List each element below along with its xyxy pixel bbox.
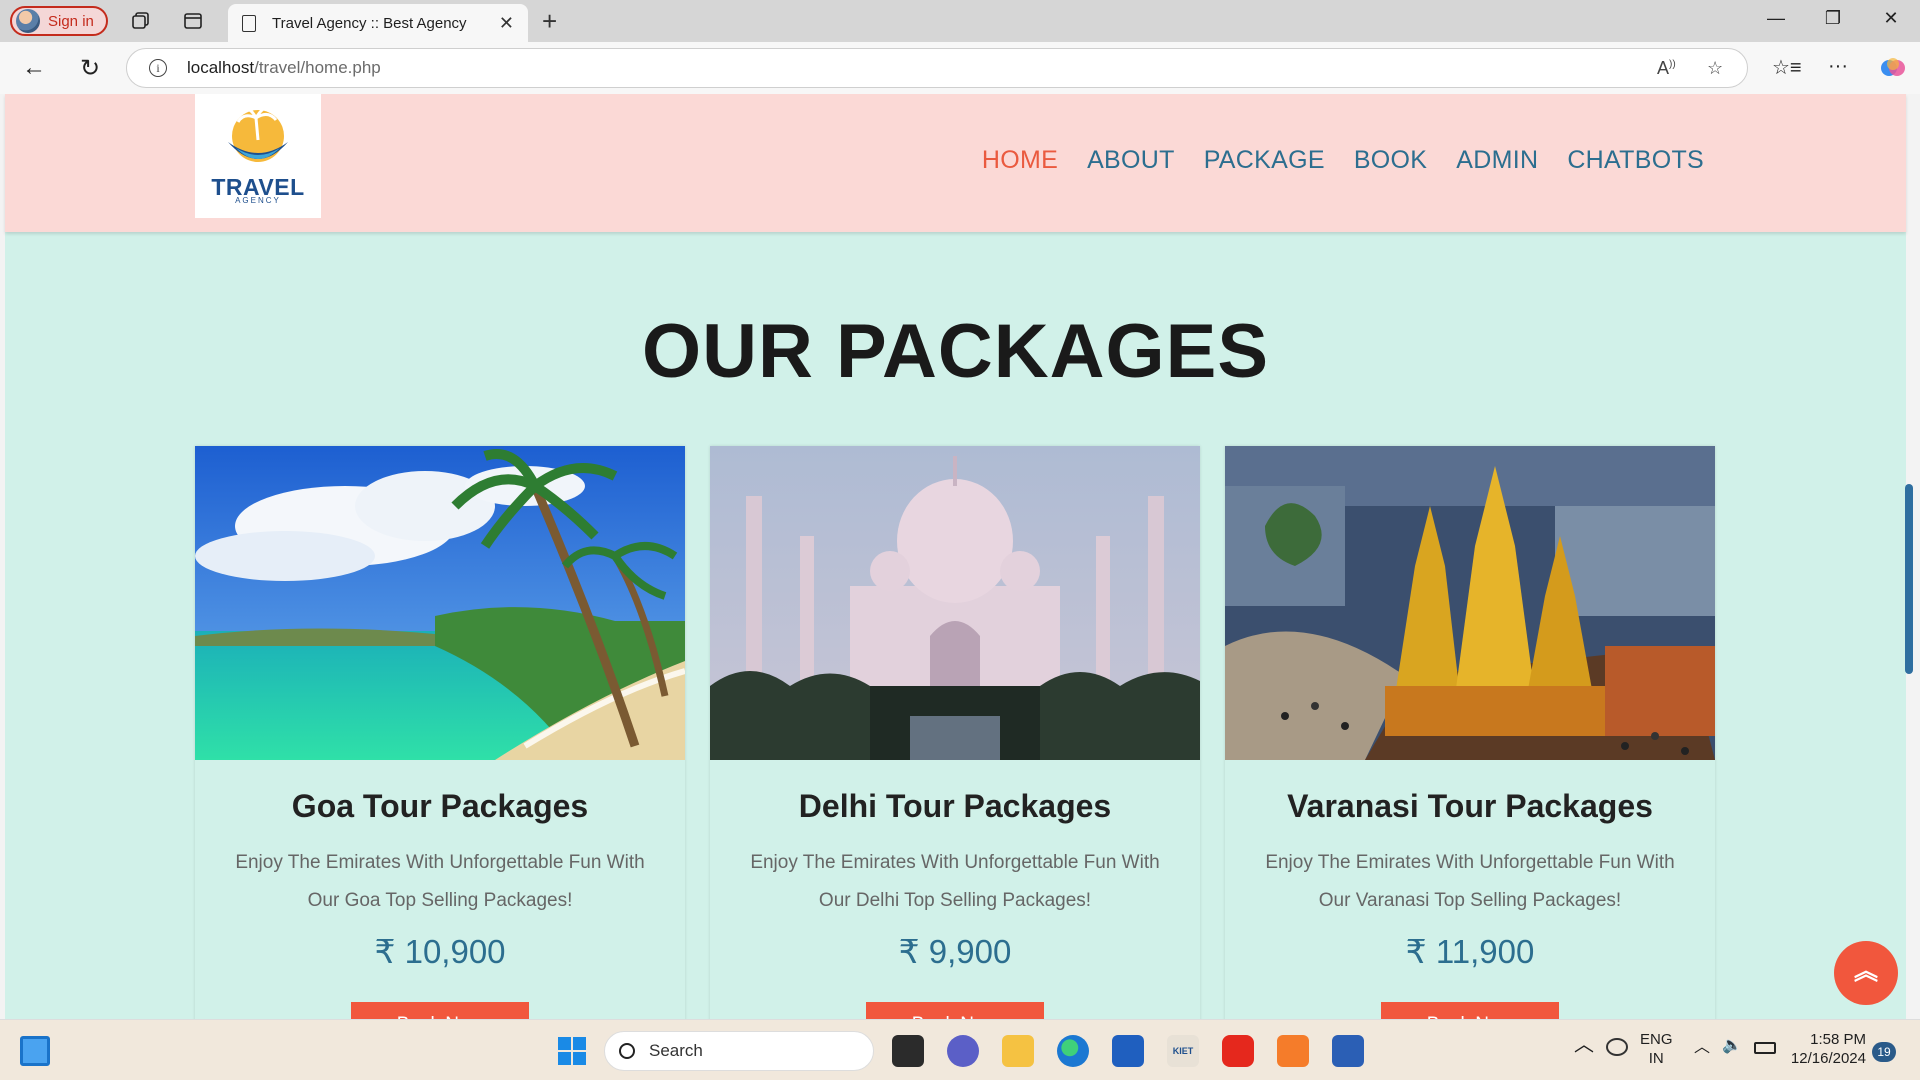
notification-badge[interactable]: 19: [1872, 1042, 1896, 1062]
favorite-star-icon[interactable]: ☆: [1707, 58, 1723, 79]
search-icon: [619, 1043, 635, 1059]
package-title: Varanasi Tour Packages: [1287, 788, 1653, 824]
widgets-icon[interactable]: [20, 1036, 50, 1066]
package-price: ₹ 9,900: [898, 933, 1012, 970]
page-icon: [242, 14, 256, 32]
close-tab-icon[interactable]: ✕: [499, 13, 514, 34]
network-status-icon[interactable]: [1606, 1038, 1628, 1056]
windows-start-icon[interactable]: [556, 1035, 588, 1067]
xampp-icon[interactable]: [1277, 1035, 1309, 1067]
package-card-delhi: Delhi Tour Packages Enjoy The Emirates W…: [710, 446, 1200, 1019]
minimize-icon[interactable]: —: [1756, 8, 1796, 29]
package-description: Enjoy The Emirates With Unforgettable Fu…: [1265, 852, 1675, 911]
browser-tab-bar: Sign in Travel Agency :: Best Agency ✕ +…: [0, 0, 1920, 42]
copilot-icon[interactable]: [1880, 55, 1906, 87]
package-card-varanasi: Varanasi Tour Packages Enjoy The Emirate…: [1225, 446, 1715, 1019]
nav-package[interactable]: PACKAGE: [1204, 146, 1325, 175]
wifi-icon[interactable]: ︿: [1694, 1038, 1710, 1057]
varanasi-temple-image: [1225, 446, 1715, 760]
profile-sign-in-button[interactable]: Sign in: [10, 6, 108, 36]
nav-book[interactable]: BOOK: [1354, 146, 1427, 175]
url-host: localhost: [187, 58, 255, 77]
site-logo[interactable]: TRAVEL AGENCY: [195, 94, 321, 218]
web-page: TRAVEL AGENCY HOME ABOUT PACKAGE BOOK AD…: [5, 94, 1906, 1019]
language-indicator[interactable]: ENG IN: [1640, 1030, 1673, 1068]
tab-actions-icon[interactable]: [181, 9, 205, 33]
kiet-app-icon[interactable]: KIET: [1167, 1035, 1199, 1067]
lang-line1: ENG: [1640, 1031, 1673, 1048]
refresh-icon[interactable]: ↻: [74, 54, 106, 83]
task-view-icon[interactable]: [892, 1035, 924, 1067]
clock[interactable]: 1:58 PM 12/16/2024: [1786, 1030, 1866, 1068]
double-chevron-up-icon: ︽: [1854, 958, 1878, 985]
clock-date: 12/16/2024: [1790, 1050, 1866, 1067]
close-window-icon[interactable]: ✕: [1871, 8, 1911, 29]
word-icon[interactable]: [1332, 1035, 1364, 1067]
package-description: Enjoy The Emirates With Unforgettable Fu…: [235, 852, 645, 911]
teams-icon[interactable]: [947, 1035, 979, 1067]
url-path: /travel/home.php: [254, 58, 381, 77]
address-toolbar: ← ↻ i localhost/travel/home.php A)) ☆ ☆≡…: [0, 42, 1920, 94]
active-tab[interactable]: Travel Agency :: Best Agency ✕: [228, 4, 528, 42]
scroll-to-top-button[interactable]: ︽: [1834, 941, 1898, 1005]
address-bar[interactable]: i localhost/travel/home.php A)) ☆: [126, 48, 1748, 88]
book-now-button[interactable]: Book Now: [351, 1002, 529, 1019]
logo-subtext: AGENCY: [235, 196, 281, 205]
clock-time: 1:58 PM: [1810, 1031, 1866, 1048]
search-label: Search: [649, 1041, 703, 1060]
nav-home[interactable]: HOME: [982, 146, 1058, 175]
site-info-icon[interactable]: i: [149, 59, 167, 77]
package-price: ₹ 10,900: [374, 933, 506, 970]
packages-heading: OUR PACKAGES: [641, 309, 1270, 394]
youtube-icon[interactable]: [1222, 1035, 1254, 1067]
package-title: Delhi Tour Packages: [798, 788, 1112, 824]
sign-in-label: Sign in: [48, 12, 94, 30]
package-title: Goa Tour Packages: [291, 788, 589, 824]
logo-palm-sun-icon: [228, 105, 288, 162]
tab-title: Travel Agency :: Best Agency: [272, 14, 467, 32]
nav-chatbots[interactable]: CHATBOTS: [1567, 146, 1704, 175]
microsoft-store-icon[interactable]: [1112, 1035, 1144, 1067]
taj-mahal-image: [710, 446, 1200, 760]
windows-taskbar: Search KIET ︿ ENG IN ︿ 🔈 1:58 PM 12/16/2…: [0, 1019, 1920, 1080]
nav-about[interactable]: ABOUT: [1087, 146, 1175, 175]
favorites-icon[interactable]: ☆≡: [1772, 55, 1802, 80]
back-arrow-icon[interactable]: ←: [18, 54, 50, 82]
more-menu-icon[interactable]: ···: [1828, 55, 1848, 78]
file-explorer-icon[interactable]: [1002, 1035, 1034, 1067]
battery-icon[interactable]: [1754, 1042, 1776, 1054]
page-scrollbar[interactable]: [1905, 484, 1913, 674]
goa-beach-image: [195, 446, 685, 760]
show-hidden-icons-chevron-icon[interactable]: ︿: [1574, 1035, 1594, 1055]
volume-icon[interactable]: 🔈: [1722, 1036, 1742, 1055]
package-price: ₹ 11,900: [1405, 933, 1535, 970]
lang-line2: IN: [1648, 1050, 1664, 1067]
book-now-button[interactable]: Book Now: [866, 1002, 1044, 1019]
workspaces-icon[interactable]: [129, 9, 153, 33]
main-nav: HOME ABOUT PACKAGE BOOK ADMIN CHATBOTS: [982, 146, 1704, 175]
site-header: TRAVEL AGENCY HOME ABOUT PACKAGE BOOK AD…: [5, 94, 1906, 232]
package-description: Enjoy The Emirates With Unforgettable Fu…: [750, 852, 1160, 911]
restore-icon[interactable]: ❐: [1813, 8, 1853, 29]
profile-avatar: [16, 9, 40, 33]
page-viewport: TRAVEL AGENCY HOME ABOUT PACKAGE BOOK AD…: [0, 94, 1920, 1019]
taskbar-search[interactable]: Search: [604, 1031, 874, 1071]
package-card-goa: Goa Tour Packages Enjoy The Emirates Wit…: [195, 446, 685, 1019]
edge-browser-icon[interactable]: [1057, 1035, 1089, 1067]
book-now-button[interactable]: Book Now: [1381, 1002, 1559, 1019]
new-tab-icon[interactable]: +: [542, 6, 557, 37]
nav-admin[interactable]: ADMIN: [1456, 146, 1538, 175]
read-aloud-icon[interactable]: A)): [1657, 58, 1676, 79]
